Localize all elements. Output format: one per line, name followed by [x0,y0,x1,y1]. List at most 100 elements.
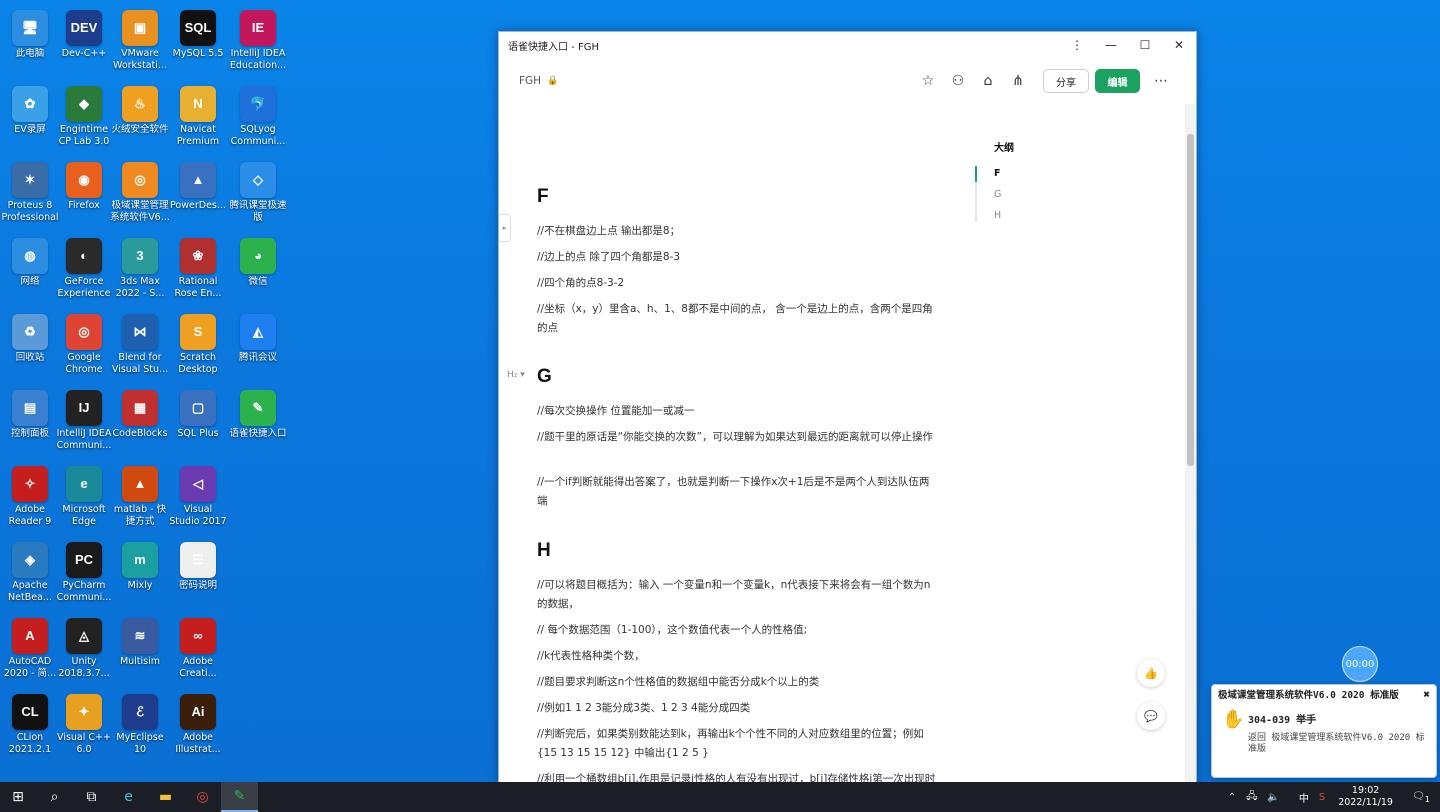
share-graph-icon[interactable]: ⋔ [1003,66,1033,96]
desktop-icon[interactable]: ◭ 腾讯会议 [228,310,288,382]
desktop-icon[interactable]: ⋈ Blend for Visual Stu... [110,310,170,382]
doc-content[interactable]: ▸ H₂ ▾ F //不在棋盘边上点 输出都是8； //边上的点 除了四个角都是8-… [499,104,1185,784]
desktop-icon[interactable]: ✎ 语雀快捷入口 [228,386,288,458]
desktop-icon[interactable]: ◈ Apache NetBea... [0,538,60,610]
desktop-icon[interactable]: ▤ 控制面板 [0,386,60,458]
notification-center-icon[interactable]: 🗨1 [1412,791,1430,804]
app-icon: ▲ [180,162,216,198]
desktop-icon[interactable]: 3 3ds Max 2022 - S... [110,234,170,306]
edge-icon[interactable]: e [110,782,147,812]
desktop-icon[interactable]: ◎ Google Chrome [54,310,114,382]
outline-item-g[interactable]: G [994,189,1001,200]
desktop-icon-label: 控制面板 [10,428,49,439]
desktop-icon[interactable]: ◍ 网络 [0,234,60,306]
paragraph: //四个角的点8-3-2 [537,277,625,289]
desktop-icon[interactable]: IJ IntelliJ IDEA Communi... [54,386,114,458]
title-bar[interactable]: 语雀快捷入口 - FGH ⋮ — ☐ ✕ [499,32,1196,58]
desktop-icon-label: GeForce Experience [57,276,111,299]
sidebar-toggle[interactable]: ▸ [499,214,511,242]
desktop-icon[interactable]: ◐ GeForce Experience [54,234,114,306]
close-icon[interactable]: ✖ [1423,688,1430,701]
present-icon[interactable]: ⌂ [973,66,1003,96]
desktop-icon[interactable]: 🖥 此电脑 [0,6,60,78]
desktop-icon[interactable]: ◉ Firefox [54,158,114,230]
desktop-icon[interactable]: ☰ 密码说明 [168,538,228,610]
app-icon: ≋ [122,618,158,654]
desktop-icon-label: 密码说明 [178,580,217,591]
app-icon: 🖥 [12,10,48,46]
chrome-icon[interactable]: ◎ [184,782,221,812]
windows-start-icon[interactable]: ⊞ [0,782,36,812]
desktop-icon[interactable]: DEV Dev-C++ [54,6,114,78]
paragraph: //题干里的原话是“你能交换的次数”，可以理解为如果达到最远的距离就可以停止操作 [537,431,933,443]
app-icon: ◎ [66,314,102,350]
desktop-icon[interactable]: ▲ PowerDes... [168,158,228,230]
desktop-icon[interactable]: S Scratch Desktop [168,310,228,382]
desktop-icon[interactable]: ℰ MyEclipse 10 [110,690,170,762]
desktop-icon[interactable]: PC PyCharm Communi... [54,538,114,610]
desktop-icon[interactable]: SQL MySQL 5.5 [168,6,228,78]
desktop-icon[interactable]: ❀ Rational Rose En... [168,234,228,306]
desktop-icon[interactable]: ◎ 极域课堂管理系统软件V6... [110,158,170,230]
desktop-icon[interactable]: ✶ Proteus 8 Professional [0,158,60,230]
desktop-icon[interactable]: ∞ Adobe Creati... [168,614,228,686]
maximize-icon[interactable]: ☐ [1128,32,1162,58]
scrollbar[interactable] [1185,104,1196,784]
desktop-icon[interactable]: ≋ Multisim [110,614,170,686]
edit-button[interactable]: 编辑 [1095,69,1140,93]
desktop-icon[interactable]: ▦ CodeBlocks [110,386,170,458]
chevron-up-icon[interactable]: ⌃ [1228,792,1236,803]
app-icon: ▢ [180,390,216,426]
close-icon[interactable]: ✕ [1162,32,1196,58]
network-icon[interactable]: 🖧 [1246,789,1257,806]
desktop-icon[interactable]: ◬ Unity 2018.3.7... [54,614,114,686]
task-view-icon[interactable]: ⧉ [73,782,110,812]
desktop-icon[interactable]: ▢ SQL Plus [168,386,228,458]
desktop-icon-label: Adobe Reader 9 [8,504,52,527]
desktop-icon[interactable]: ✧ Adobe Reader 9 [0,462,60,534]
desktop-icon[interactable]: ✿ EV录屏 [0,82,60,154]
share-button[interactable]: 分享 [1043,69,1089,93]
sogou-icon[interactable]: S [1319,792,1325,803]
file-explorer-icon[interactable]: ▬ [147,782,184,812]
desktop-icon[interactable]: CL CLion 2021.2.1 [0,690,60,762]
app-icon: ∞ [180,618,216,654]
timer-badge[interactable]: 00:00 [1342,646,1378,682]
yuque-taskbar-icon[interactable]: ✎ [221,782,258,812]
minimize-icon[interactable]: — [1094,32,1128,58]
desktop-icon[interactable]: m Mixly [110,538,170,610]
volume-icon[interactable]: 🔈 [1267,792,1279,803]
desktop-icon[interactable]: N Navicat Premium [168,82,228,154]
more-options-icon[interactable]: ⋯ [1146,66,1176,96]
ime-indicator[interactable]: 中 [1299,790,1309,805]
desktop-icon-label: 3ds Max 2022 - S... [115,276,165,299]
desktop-icon[interactable]: ♻ 回收站 [0,310,60,382]
comment-button[interactable]: 💬 [1137,702,1165,730]
search-icon[interactable]: ⌕ [36,782,73,812]
add-collaborator-icon[interactable]: ⚇ [943,66,973,96]
more-icon[interactable]: ⋮ [1060,32,1094,58]
desktop-icon[interactable]: ♨ 火绒安全软件 [110,82,170,154]
outline-item-f[interactable]: F [994,168,1001,179]
desktop-icon[interactable]: ◕ 微信 [228,234,288,306]
desktop-icon[interactable]: Ai Adobe Illustrat... [168,690,228,762]
desktop-icon[interactable]: ▲ matlab - 快捷方式 [110,462,170,534]
like-button[interactable]: 👍 [1137,659,1165,687]
outline-item-h[interactable]: H [994,210,1001,221]
desktop-icon-label: Proteus 8 Professional [1,200,59,223]
app-icon: ▣ [122,10,158,46]
heading-type-tag[interactable]: H₂ ▾ [507,370,525,380]
desktop-icon[interactable]: 🐬 SQLyog Communi... [228,82,288,154]
notification-sub[interactable]: 返回 极域课堂管理系统软件V6.0 2020 标准版 [1248,733,1428,755]
desktop-icon[interactable]: ▣ VMware Workstati... [110,6,170,78]
desktop-icon[interactable]: ◇ 腾讯课堂极速版 [228,158,288,230]
desktop-icon[interactable]: ◁ Visual Studio 2017 [168,462,228,534]
clock[interactable]: 19:02 2022/11/19 [1338,785,1393,809]
star-icon[interactable]: ☆ [913,66,943,96]
desktop-icon[interactable]: A AutoCAD 2020 - 简... [0,614,60,686]
app-icon: IJ [66,390,102,426]
desktop-icon[interactable]: IE IntelliJ IDEA Education... [228,6,288,78]
desktop-icon[interactable]: ◆ Engintime CP Lab 3.0 [54,82,114,154]
desktop-icon[interactable]: e Microsoft Edge [54,462,114,534]
desktop-icon[interactable]: ✦ Visual C++ 6.0 [54,690,114,762]
